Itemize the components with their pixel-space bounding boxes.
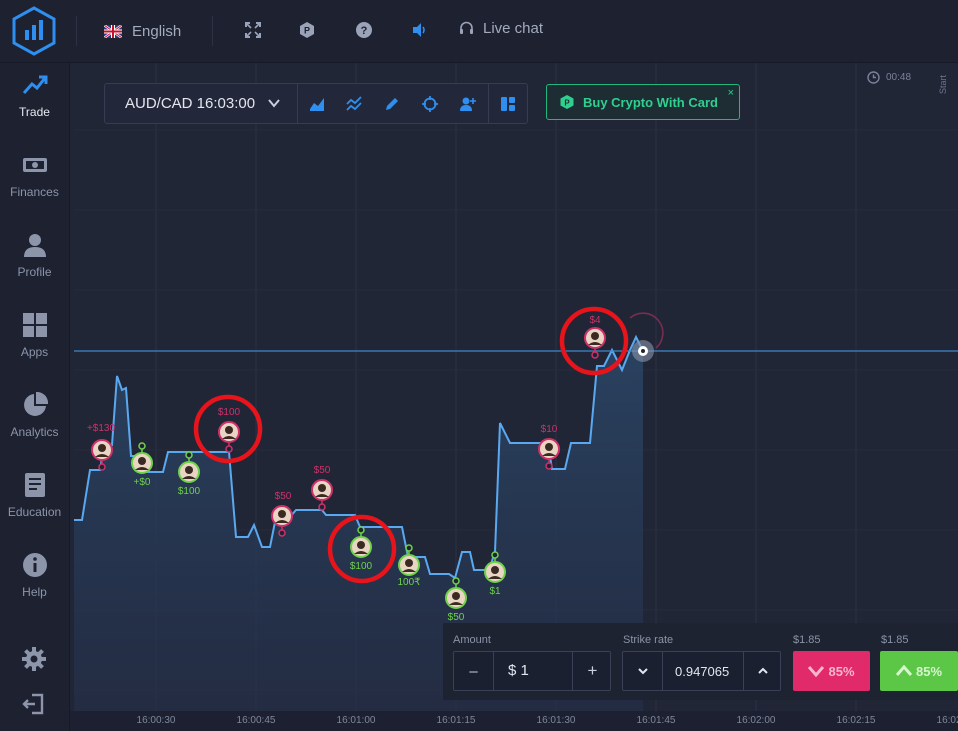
arrow-down-icon xyxy=(808,666,825,677)
time-tick-label: 16:00:45 xyxy=(236,715,276,726)
trader-marker[interactable]: $50 xyxy=(311,465,333,511)
down-payout: $1.85 xyxy=(793,634,821,646)
trade-amount-label: $100 xyxy=(178,486,201,497)
trade-amount-label: $10 xyxy=(541,424,558,435)
chevron-down-icon xyxy=(268,99,280,108)
buy-crypto-banner[interactable]: P Buy Crypto With Card × xyxy=(546,84,740,120)
add-user-icon[interactable] xyxy=(459,95,477,113)
trade-amount-label: $50 xyxy=(275,491,292,502)
amount-field: – $ 1 + xyxy=(453,651,611,691)
start-label: Start xyxy=(938,74,948,94)
put-down-button[interactable]: 85% xyxy=(793,651,870,691)
clock-icon xyxy=(867,71,880,84)
up-percent: 85% xyxy=(915,663,943,679)
trade-amount-label: +$130 xyxy=(87,423,116,434)
pencil-draw-icon[interactable] xyxy=(383,95,401,113)
strike-rate-value[interactable]: 0.947065 xyxy=(675,664,729,679)
trade-amount-label: $4 xyxy=(589,315,601,326)
layout-icon[interactable] xyxy=(499,95,517,113)
trade-amount-label: $1 xyxy=(489,586,501,597)
up-payout: $1.85 xyxy=(881,634,909,646)
strike-rate-field: 0.947065 xyxy=(622,651,781,691)
indicators-icon[interactable] xyxy=(345,95,363,113)
down-percent: 85% xyxy=(828,663,855,679)
trade-amount-label: $50 xyxy=(314,465,331,476)
buy-crypto-label: Buy Crypto With Card xyxy=(583,94,718,110)
time-tick-label: 16:01:30 xyxy=(536,715,576,726)
crosshair-icon[interactable] xyxy=(421,95,439,113)
trade-amount-label: 100₹ xyxy=(397,577,420,588)
amount-decrease-button[interactable]: – xyxy=(454,652,494,690)
amount-input[interactable]: $ 1 xyxy=(508,662,529,679)
strike-rate-label: Strike rate xyxy=(623,634,674,646)
strike-increase-button[interactable] xyxy=(743,652,782,690)
chevron-up-icon xyxy=(758,667,768,674)
time-tick-label: 16:01:00 xyxy=(336,715,376,726)
area-chart-icon[interactable] xyxy=(308,95,326,113)
trader-marker[interactable]: $100 xyxy=(218,407,241,453)
amount-label: Amount xyxy=(453,634,491,646)
trade-amount-label: +$0 xyxy=(134,477,151,488)
time-tick-label: 16:00:30 xyxy=(136,715,176,726)
svg-text:P: P xyxy=(564,99,570,108)
asset-selector[interactable]: AUD/CAD 16:03:00 xyxy=(105,84,297,123)
time-tick-label: 16:01:15 xyxy=(436,715,476,726)
amount-increase-button[interactable]: + xyxy=(572,652,612,690)
trade-amount-label: $100 xyxy=(218,407,241,418)
time-axis: 16:00:30 16:00:45 16:01:00 16:01:15 16:01:30… xyxy=(70,711,958,731)
chart-toolbar: AUD/CAD 16:03:00 xyxy=(104,83,528,124)
time-tick-label: 16:01:45 xyxy=(636,715,676,726)
time-tick-label: 16:02:30 xyxy=(936,715,958,726)
chevron-down-icon xyxy=(637,668,648,675)
strike-decrease-button[interactable] xyxy=(623,652,663,690)
timer-value: 00:48 xyxy=(886,72,912,83)
arrow-up-icon xyxy=(895,665,912,676)
trade-amount-label: $50 xyxy=(448,612,465,623)
asset-label: AUD/CAD 16:03:00 xyxy=(125,95,256,112)
trade-amount-label: $100 xyxy=(350,561,373,572)
call-up-button[interactable]: 85% xyxy=(880,651,958,691)
close-icon[interactable]: × xyxy=(728,87,734,99)
time-tick-label: 16:02:00 xyxy=(736,715,776,726)
crypto-hexagon-icon: P xyxy=(560,95,574,109)
expiry-timer: 00:48 xyxy=(867,71,911,84)
time-tick-label: 16:02:15 xyxy=(836,715,876,726)
